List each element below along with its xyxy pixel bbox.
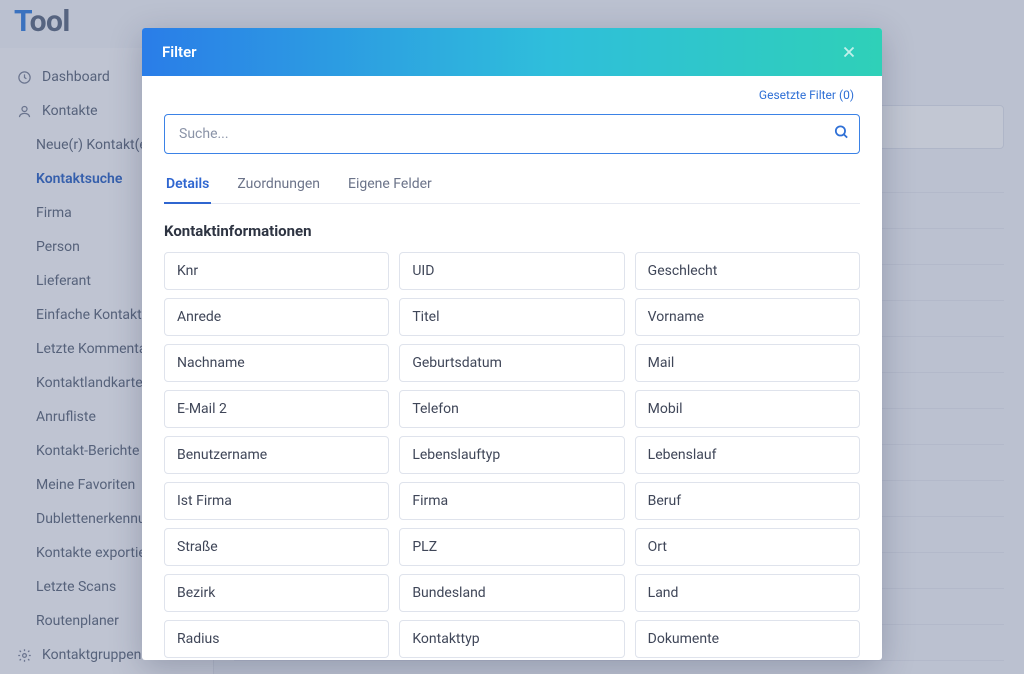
- filter-field-button[interactable]: Dokumente: [635, 620, 860, 658]
- modal-body: Gesetzte Filter (0) Details Zuordnungen Ei…: [142, 76, 882, 660]
- filter-field-button[interactable]: Beruf: [635, 482, 860, 520]
- tabs: Details Zuordnungen Eigene Felder: [164, 168, 860, 204]
- filter-field-button[interactable]: Bezirk: [164, 574, 389, 612]
- filter-field-button[interactable]: Bundesland: [399, 574, 624, 612]
- filter-field-button[interactable]: PLZ: [399, 528, 624, 566]
- filter-field-button[interactable]: Geschlecht: [635, 252, 860, 290]
- filter-field-button[interactable]: Vorname: [635, 298, 860, 336]
- filter-field-button[interactable]: Kontakttyp: [399, 620, 624, 658]
- close-icon: [840, 43, 858, 61]
- filter-field-button[interactable]: Benutzername: [164, 436, 389, 474]
- tab[interactable]: Zuordnungen: [235, 168, 322, 204]
- tab[interactable]: Details: [164, 168, 211, 204]
- filter-field-button[interactable]: Radius: [164, 620, 389, 658]
- field-grid: Knr UID Geschlecht Anrede Titel Vorname Nachna…: [164, 252, 860, 660]
- filter-field-button[interactable]: Mail: [635, 344, 860, 382]
- filter-field-button[interactable]: Mobil: [635, 390, 860, 428]
- filter-field-button[interactable]: Ort: [635, 528, 860, 566]
- filter-modal: Filter Gesetzte Filter (0) Details Zuordn…: [142, 28, 882, 660]
- section-title: Kontaktinformationen: [164, 222, 860, 240]
- filter-field-button[interactable]: Straße: [164, 528, 389, 566]
- filter-field-button[interactable]: Lebenslauf: [635, 436, 860, 474]
- filter-field-button[interactable]: Ist Firma: [164, 482, 389, 520]
- filter-field-button[interactable]: Titel: [399, 298, 624, 336]
- close-button[interactable]: [836, 39, 862, 65]
- modal-title: Filter: [162, 43, 197, 61]
- filter-field-button[interactable]: Geburtsdatum: [399, 344, 624, 382]
- filter-field-button[interactable]: E-Mail 2: [164, 390, 389, 428]
- search-button[interactable]: [833, 124, 850, 145]
- filter-field-button[interactable]: Land: [635, 574, 860, 612]
- filter-field-button[interactable]: Anrede: [164, 298, 389, 336]
- filter-field-button[interactable]: Lebenslauftyp: [399, 436, 624, 474]
- filter-field-button[interactable]: Telefon: [399, 390, 624, 428]
- filter-field-button[interactable]: Nachname: [164, 344, 389, 382]
- tab[interactable]: Eigene Felder: [346, 168, 434, 204]
- filter-field-button[interactable]: Firma: [399, 482, 624, 520]
- filter-field-button[interactable]: Knr: [164, 252, 389, 290]
- search-wrap: [164, 114, 860, 154]
- filter-field-button[interactable]: UID: [399, 252, 624, 290]
- gesetzte-filter-link[interactable]: Gesetzte Filter (0): [759, 88, 854, 102]
- search-input[interactable]: [164, 114, 860, 154]
- modal-header: Filter: [142, 28, 882, 76]
- search-icon: [833, 124, 850, 141]
